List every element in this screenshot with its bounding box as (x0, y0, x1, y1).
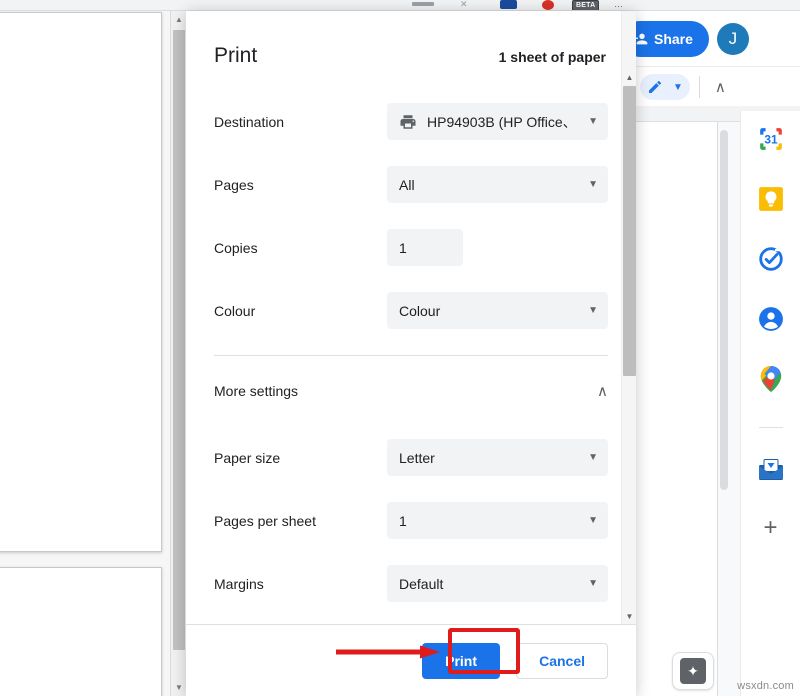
watermark: wsxdn.com (737, 680, 794, 692)
google-tasks-icon[interactable] (757, 245, 785, 273)
pages-value: All (399, 177, 582, 193)
pages-per-sheet-label: Pages per sheet (214, 513, 387, 529)
pages-select[interactable]: All ▼ (387, 166, 608, 203)
setting-row-paper-size: Paper size Letter ▼ (214, 426, 608, 489)
preview-scroll-thumb[interactable] (173, 30, 185, 650)
print-dialog: Print 1 sheet of paper Destination HP949… (186, 11, 636, 696)
margins-value: Default (399, 576, 582, 592)
setting-row-pages: Pages All ▼ (214, 153, 608, 216)
add-side-panel-app-button[interactable]: + (763, 516, 777, 540)
docs-page-edge (636, 122, 718, 696)
print-dialog-header: Print 1 sheet of paper (214, 11, 608, 90)
dialog-scroll-thumb[interactable] (623, 86, 636, 376)
docs-mode-bar: ▼ ∧ (636, 68, 800, 106)
setting-row-pages-per-sheet: Pages per sheet 1 ▼ (214, 489, 608, 552)
setting-row-margins: Margins Default ▼ (214, 552, 608, 615)
more-settings-toggle[interactable]: More settings ∧ (214, 356, 608, 426)
workspace-side-panel: 31 (740, 111, 800, 696)
preview-scroll-up-icon[interactable]: ▲ (171, 11, 186, 28)
print-button[interactable]: Print (422, 643, 500, 679)
pages-per-sheet-select[interactable]: 1 ▼ (387, 502, 608, 539)
extension-x-icon[interactable]: ✕ (460, 0, 468, 9)
setting-row-destination: Destination HP94903B (HP Office、 ▼ (214, 90, 608, 153)
sheet-summary: 1 sheet of paper (499, 49, 608, 65)
docs-top-bar: Share J (636, 11, 800, 67)
document-preview-area: ▲ ▼ (0, 11, 186, 696)
share-button-label: Share (654, 31, 693, 47)
editing-mode-caret-icon[interactable]: ▼ (673, 82, 683, 93)
colour-value: Colour (399, 303, 582, 319)
preview-scrollbar[interactable]: ▲ ▼ (170, 11, 186, 696)
more-settings-label: More settings (214, 383, 298, 399)
setting-row-colour: Colour Colour ▼ (214, 279, 608, 342)
destination-select[interactable]: HP94903B (HP Office、 ▼ (387, 103, 608, 140)
printer-icon (399, 113, 417, 131)
document-page-2 (0, 567, 162, 696)
chevron-down-icon[interactable]: ▼ (588, 305, 598, 316)
chevron-down-icon[interactable]: ▼ (588, 452, 598, 463)
editing-mode-button[interactable]: ▼ (640, 74, 690, 100)
extension-red-icon[interactable] (542, 0, 554, 10)
colour-select[interactable]: Colour ▼ (387, 292, 608, 329)
google-contacts-icon[interactable] (757, 305, 785, 333)
sparkle-icon: ✦ (680, 658, 706, 684)
extension-beta-badge[interactable]: BETA (572, 0, 599, 11)
destination-label: Destination (214, 114, 387, 130)
cancel-button[interactable]: Cancel (516, 643, 608, 679)
chevron-up-icon[interactable]: ∧ (597, 382, 608, 400)
margins-label: Margins (214, 576, 387, 592)
side-panel-divider (759, 427, 783, 428)
svg-text:31: 31 (764, 132, 778, 146)
print-dialog-scrollbar[interactable]: ▲ ▼ (621, 11, 636, 624)
screen: ✕ BETA … ▲ ▼ Share J (0, 0, 800, 696)
copies-input[interactable] (387, 229, 463, 266)
toolbar-divider (699, 76, 700, 98)
browser-menu-icon[interactable]: … (614, 0, 624, 9)
chevron-down-icon[interactable]: ▼ (588, 116, 598, 127)
chevron-down-icon[interactable]: ▼ (588, 179, 598, 190)
document-page-1 (0, 12, 162, 552)
print-dialog-footer: Print Cancel (186, 624, 636, 696)
preview-scroll-down-icon[interactable]: ▼ (171, 679, 186, 696)
dialog-scroll-up-icon[interactable]: ▲ (622, 69, 636, 85)
paper-size-value: Letter (399, 450, 582, 466)
page-title: Print (214, 44, 257, 68)
destination-value: HP94903B (HP Office、 (427, 112, 582, 132)
chevron-down-icon[interactable]: ▼ (588, 515, 598, 526)
docs-vertical-scrollbar[interactable] (720, 130, 728, 490)
print-dialog-scroll-area: Print 1 sheet of paper Destination HP949… (186, 11, 636, 624)
pencil-icon (647, 79, 663, 95)
extension-dash-icon[interactable] (412, 2, 434, 6)
google-calendar-icon[interactable]: 31 (757, 125, 785, 153)
addon-mail-icon[interactable] (757, 456, 785, 484)
print-dialog-content: Print 1 sheet of paper Destination HP949… (186, 11, 636, 615)
pages-per-sheet-value: 1 (399, 513, 582, 529)
google-keep-icon[interactable] (757, 185, 785, 213)
copies-label: Copies (214, 240, 387, 256)
setting-row-copies: Copies (214, 216, 608, 279)
colour-label: Colour (214, 303, 387, 319)
assist-sparkle-button[interactable]: ✦ (672, 652, 714, 690)
margins-select[interactable]: Default ▼ (387, 565, 608, 602)
pages-label: Pages (214, 177, 387, 193)
paper-size-select[interactable]: Letter ▼ (387, 439, 608, 476)
browser-toolbar-strip: ✕ BETA … (0, 0, 800, 11)
avatar-initial: J (729, 29, 738, 49)
google-maps-icon[interactable] (757, 365, 785, 393)
extension-blue-icon[interactable] (500, 0, 517, 9)
avatar[interactable]: J (717, 23, 749, 55)
chevron-down-icon[interactable]: ▼ (588, 578, 598, 589)
paper-size-label: Paper size (214, 450, 387, 466)
dialog-scroll-down-icon[interactable]: ▼ (622, 608, 636, 624)
collapse-toolbar-icon[interactable]: ∧ (709, 78, 732, 96)
